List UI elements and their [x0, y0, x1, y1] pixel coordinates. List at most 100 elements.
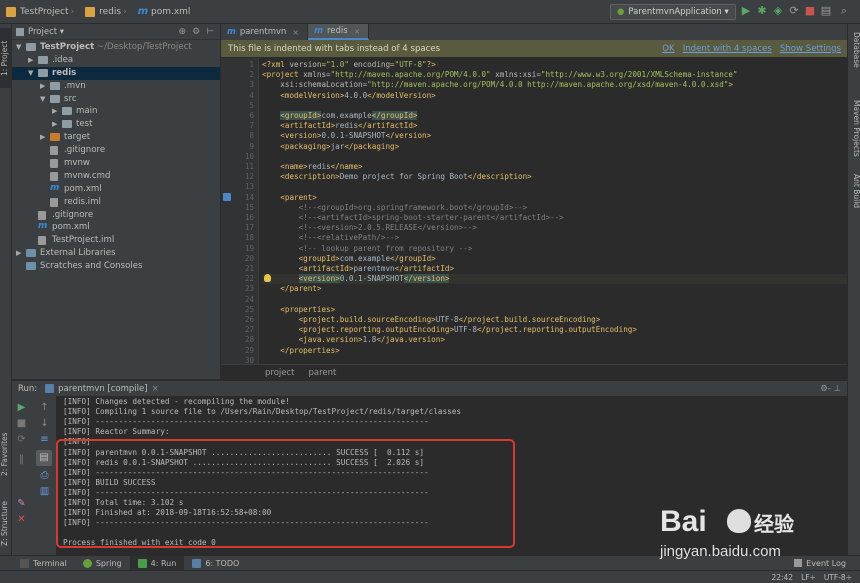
tree-item[interactable]: ▶ test [12, 118, 220, 131]
tree-item[interactable]: ▶ External Libraries [12, 247, 220, 260]
breadcrumb-redis[interactable]: redis › [79, 0, 132, 24]
breadcrumb-testproject[interactable]: TestProject › [0, 0, 79, 24]
collapsed-arrow-icon[interactable]: ▶ [28, 54, 36, 67]
settings-icon[interactable]: ⚙ [192, 27, 200, 37]
crumb-project[interactable]: project [265, 368, 295, 378]
stop-icon[interactable]: ■ [16, 418, 27, 429]
run-tab[interactable]: 4: Run [129, 555, 185, 571]
ok-link[interactable]: OK [662, 44, 674, 54]
search-everywhere-icon[interactable]: ⌕ [838, 5, 850, 17]
scroll-to-end-icon[interactable]: ▤ [36, 450, 52, 466]
event-log-tab[interactable]: Event Log [794, 559, 860, 568]
todo-tab[interactable]: 6: TODO [184, 556, 247, 571]
tree-item[interactable]: .gitignore [12, 144, 220, 157]
rerun-icon[interactable]: ▶ [16, 402, 27, 413]
right-tool-stripe: Database Maven Projects Ant Build [847, 24, 860, 555]
line-number: 24 [244, 294, 254, 304]
run-icon[interactable]: ▶ [740, 5, 752, 17]
profile-icon[interactable]: ⟳ [788, 5, 800, 17]
collapsed-arrow-icon[interactable]: ▶ [40, 131, 48, 144]
tree-item-label: src [64, 93, 77, 104]
file-encoding[interactable]: UTF-8÷ [824, 573, 852, 582]
editor-breadcrumb: project parent [221, 364, 847, 380]
pause-icon[interactable]: ⟳ [16, 434, 27, 445]
tree-item[interactable]: m pom.xml [12, 183, 220, 196]
tree-item[interactable]: redis.iml [12, 196, 220, 209]
tree-item[interactable]: m pom.xml [12, 221, 220, 234]
suspend-icon[interactable]: ‖ [16, 454, 27, 465]
close-run-icon[interactable]: ✕ [16, 514, 27, 525]
tree-item[interactable]: ▼ src [12, 93, 220, 106]
expanded-arrow-icon[interactable]: ▼ [16, 41, 24, 54]
line-number: 6 [249, 111, 254, 120]
parent-pom-gutter-icon[interactable] [223, 192, 231, 201]
scroll-down-icon[interactable]: ↓ [39, 418, 50, 429]
show-settings-link[interactable]: Show Settings [780, 44, 841, 54]
project-tool-tab[interactable]: 1: Project [0, 28, 12, 88]
tree-item[interactable]: mvnw.cmd [12, 170, 220, 183]
code-editor[interactable]: <?xml version="1.0" encoding="UTF-8"?> <p… [260, 58, 847, 364]
coverage-icon[interactable]: ◈ [772, 5, 784, 17]
collapsed-arrow-icon[interactable]: ▶ [40, 80, 48, 93]
run-tab-compile[interactable]: parentmvn [compile] [58, 384, 147, 394]
tree-item[interactable]: ▼ TestProject ~/Desktop/TestProject [12, 41, 220, 54]
tree-item[interactable]: TestProject.iml [12, 234, 220, 247]
crumb-parent[interactable]: parent [309, 368, 337, 378]
run-configuration-select[interactable]: ● ParentmvnApplication ▾ [610, 4, 736, 20]
code-line: <project xmlns="http://maven.apache.org/… [262, 70, 738, 80]
tree-item-label: .gitignore [64, 145, 106, 156]
collapsed-arrow-icon[interactable]: ▶ [52, 105, 60, 118]
favorites-tool-tab[interactable]: 2: Favorites [0, 424, 12, 484]
tree-item[interactable]: ▶ main [12, 105, 220, 118]
tree-item-label: TestProject ~/Desktop/TestProject [40, 42, 192, 52]
close-icon[interactable]: × [354, 27, 361, 36]
spring-tab[interactable]: Spring [75, 556, 130, 571]
run-panel-header: Run: parentmvn [compile] × ⚙- ⊥ [12, 380, 847, 396]
stop-icon[interactable]: ■ [804, 5, 816, 17]
folder-icon [6, 6, 16, 17]
code-line: <project.build.sourceEncoding>UTF-8</pro… [298, 315, 601, 324]
caret-position[interactable]: 22:42 [771, 573, 793, 582]
tree-item-label: Scratches and Consoles [40, 261, 143, 272]
clear-icon[interactable]: ▥ [39, 486, 50, 497]
scroll-up-icon[interactable]: ↑ [39, 402, 50, 413]
run-settings-icon[interactable]: ⚙- ⊥ [820, 384, 847, 394]
intention-bulb-icon[interactable] [264, 274, 271, 283]
line-number: 2 [249, 70, 254, 80]
collapsed-arrow-icon[interactable]: ▶ [16, 247, 24, 260]
close-icon[interactable]: × [292, 28, 299, 37]
project-view-select[interactable]: Project ▾ [28, 27, 64, 37]
indent-notification: This file is indented with tabs instead … [221, 40, 847, 57]
pin-icon[interactable]: ✎ [16, 498, 27, 509]
database-tool-tab[interactable]: Database [849, 32, 860, 82]
terminal-tab[interactable]: Terminal [12, 556, 75, 571]
tab-parentmvn[interactable]: m parentmvn × [221, 24, 309, 40]
tree-item[interactable]: ▶ target [12, 131, 220, 144]
maven-file-icon: m [227, 27, 236, 37]
indent-link[interactable]: Indent with 4 spaces [683, 44, 772, 54]
tree-item[interactable]: Scratches and Consoles [12, 260, 220, 273]
maven-tool-tab[interactable]: Maven Projects [849, 100, 860, 180]
sync-icon[interactable]: ⊕ [179, 27, 187, 37]
structure-tool-tab[interactable]: Z: Structure [0, 494, 12, 554]
sdk-icon[interactable]: ▤ [820, 5, 832, 17]
close-icon[interactable]: × [152, 384, 159, 394]
editor-tabs: m parentmvn × m redis × [221, 24, 847, 40]
collapsed-arrow-icon[interactable]: ▶ [52, 118, 60, 131]
line-separator[interactable]: LF÷ [801, 573, 816, 582]
tree-item[interactable]: ▼ redis [12, 66, 220, 80]
tab-redis[interactable]: m redis × [308, 24, 370, 40]
breadcrumb-pom[interactable]: m pom.xml [132, 0, 194, 24]
tree-item[interactable]: mvnw [12, 157, 220, 170]
expanded-arrow-icon[interactable]: ▼ [40, 93, 48, 106]
tree-item[interactable]: ▶ .idea [12, 54, 220, 67]
hide-icon[interactable]: ⊢ [206, 27, 214, 37]
ant-tool-tab[interactable]: Ant Build [849, 174, 860, 224]
code-line: <groupId>com.example</groupId> [280, 111, 418, 120]
soft-wrap-icon[interactable]: ≡ [39, 434, 50, 445]
debug-icon[interactable]: ✱ [756, 5, 768, 17]
navigation-bar: TestProject › redis › m pom.xml ● Parentmvn… [0, 0, 860, 24]
tree-item[interactable]: ▶ .mvn [12, 80, 220, 93]
print-icon[interactable]: ⎙ [39, 470, 50, 481]
expanded-arrow-icon[interactable]: ▼ [28, 67, 36, 80]
